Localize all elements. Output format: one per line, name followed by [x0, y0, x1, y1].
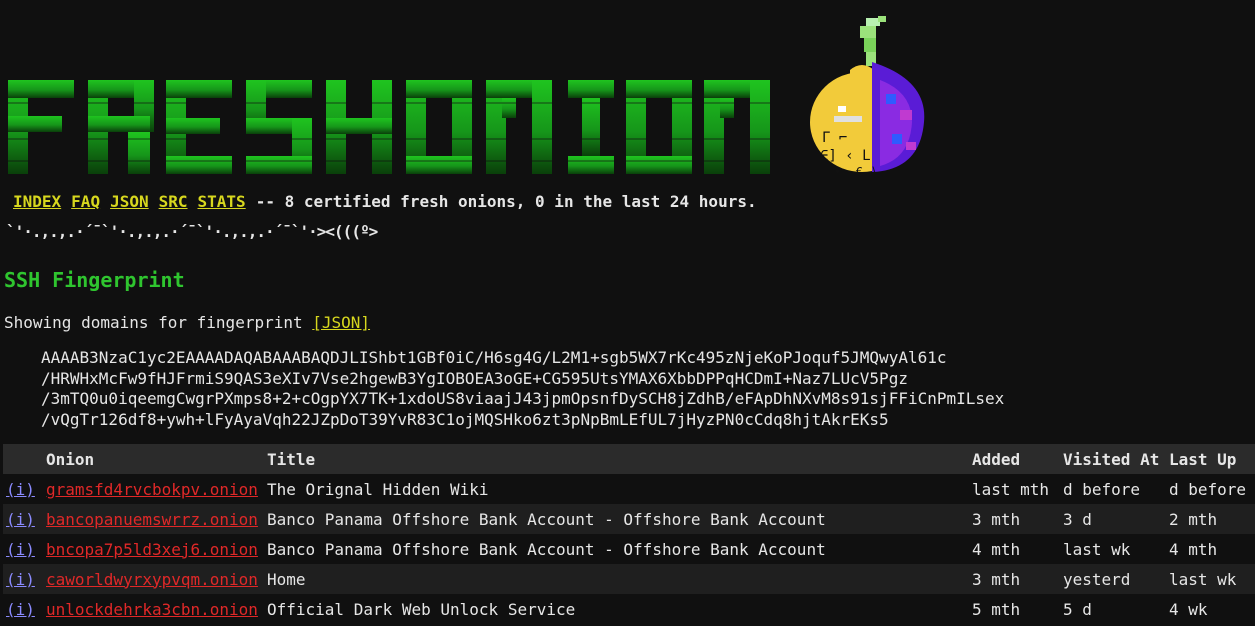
- info-link[interactable]: (i): [6, 570, 35, 589]
- title-cell: Banco Panama Offshore Bank Account - Off…: [264, 534, 969, 564]
- table-row: (i) caworldwyrxypvqm.onion Home 3 mth ye…: [3, 564, 1255, 594]
- header-onion[interactable]: Onion: [43, 444, 264, 474]
- onion-cell: bncopa7p5ld3xej6.onion: [43, 534, 264, 564]
- table-row: (i) bncopa7p5ld3xej6.onion Banco Panama …: [3, 534, 1255, 564]
- last-up-cell: 4 mth: [1166, 534, 1255, 564]
- title-cell: Banco Panama Offshore Bank Account - Off…: [264, 504, 969, 534]
- info-link[interactable]: (i): [6, 540, 35, 559]
- fingerprint-caption-text: Showing domains for fingerprint: [4, 313, 313, 332]
- added-cell: 3 mth: [969, 564, 1060, 594]
- fingerprint-caption: Showing domains for fingerprint [JSON]: [4, 313, 370, 332]
- banner-art: [8, 80, 798, 174]
- fresh-onions-banner: [8, 62, 798, 174]
- header-info: [3, 444, 43, 474]
- fingerprint-line: AAAAB3NzaC1yc2EAAAADAQABAAABAQDJLIShbt1G…: [41, 348, 947, 367]
- info-cell: (i): [3, 504, 43, 534]
- fish-divider: `'·.,.,.·´¯`'·.,.,.·´¯`'·.,.,.·´¯`'·><((…: [6, 222, 378, 241]
- last-up-cell: 4 wk: [1166, 594, 1255, 624]
- info-cell: (i): [3, 564, 43, 594]
- nav-link-stats[interactable]: STATS: [198, 192, 246, 211]
- info-cell: (i): [3, 474, 43, 504]
- info-link[interactable]: (i): [6, 510, 35, 529]
- page: Γ ⌐ ∈] ‹ L •. € ∖ INDEX FAQ JSON SRC STATS --…: [0, 0, 1255, 626]
- info-link[interactable]: (i): [6, 480, 35, 499]
- added-cell: last mth: [969, 474, 1060, 504]
- onion-cell: unlockdehrka3cbn.onion: [43, 594, 264, 624]
- svg-text:∈] ‹ L: ∈] ‹ L: [820, 148, 871, 164]
- header-last-up[interactable]: Last Up: [1166, 444, 1255, 474]
- last-up-cell: last wk: [1166, 564, 1255, 594]
- fingerprint-json-link[interactable]: [JSON]: [312, 313, 370, 332]
- nav-bar: INDEX FAQ JSON SRC STATS -- 8 certified fresh…: [13, 192, 757, 212]
- onion-link[interactable]: bncopa7p5ld3xej6.onion: [46, 540, 258, 559]
- nav-link-index[interactable]: INDEX: [13, 192, 61, 211]
- table-row: (i) bancopanuemswrrz.onion Banco Panama …: [3, 504, 1255, 534]
- onion-count-summary: -- 8 certified fresh onions, 0 in the la…: [255, 192, 757, 211]
- fingerprint-line: /HRWHxMcFw9fHJFrmiS9QAS3eXIv7Vse2hgewB3Y…: [41, 368, 908, 388]
- info-cell: (i): [3, 594, 43, 624]
- visited-cell: yesterd: [1060, 564, 1166, 594]
- visited-cell: 5 d: [1060, 594, 1166, 624]
- fingerprint-line: /vQgTr126df8+ywh+lFyAyaVqh22JZpDoT39YvR8…: [41, 409, 889, 429]
- added-cell: 3 mth: [969, 504, 1060, 534]
- onion-cell: gramsfd4rvcbokpv.onion: [43, 474, 264, 504]
- info-link[interactable]: (i): [6, 600, 35, 619]
- visited-cell: last wk: [1060, 534, 1166, 564]
- last-up-cell: d before: [1166, 474, 1255, 504]
- table-row: (i) gramsfd4rvcbokpv.onion The Orignal H…: [3, 474, 1255, 504]
- onion-table: Onion Title Added Visited At Last Up (i)…: [3, 444, 1255, 624]
- fingerprint-line: /3mTQ0u0iqeemgCwgrPXmps8+2+cOgpYX7TK+1xd…: [41, 389, 1005, 408]
- onion-cell: bancopanuemswrrz.onion: [43, 504, 264, 534]
- last-up-cell: 2 mth: [1166, 504, 1255, 534]
- table-row: (i) unlockdehrka3cbn.onion Official Dark…: [3, 594, 1255, 624]
- table-header-row: Onion Title Added Visited At Last Up: [3, 444, 1255, 474]
- onion-link[interactable]: bancopanuemswrrz.onion: [46, 510, 258, 529]
- ssh-fingerprint: AAAAB3NzaC1yc2EAAAADAQABAAABAQDJLIShbt1G…: [41, 348, 1241, 430]
- onion-logo-icon: Γ ⌐ ∈] ‹ L •. € ∖: [800, 10, 950, 180]
- onion-link[interactable]: caworldwyrxypvqm.onion: [46, 570, 258, 589]
- header-added[interactable]: Added: [969, 444, 1060, 474]
- onion-cell: caworldwyrxypvqm.onion: [43, 564, 264, 594]
- added-cell: 4 mth: [969, 534, 1060, 564]
- added-cell: 5 mth: [969, 594, 1060, 624]
- info-cell: (i): [3, 534, 43, 564]
- onion-link[interactable]: unlockdehrka3cbn.onion: [46, 600, 258, 619]
- visited-cell: d before: [1060, 474, 1166, 504]
- nav-link-faq[interactable]: FAQ: [71, 192, 100, 211]
- title-cell: Home: [264, 564, 969, 594]
- title-cell: Official Dark Web Unlock Service: [264, 594, 969, 624]
- svg-text:•. € ∖: •. € ∖: [834, 165, 878, 179]
- section-title: SSH Fingerprint: [4, 268, 185, 292]
- title-cell: The Orignal Hidden Wiki: [264, 474, 969, 504]
- header-title[interactable]: Title: [264, 444, 969, 474]
- nav-link-src[interactable]: SRC: [159, 192, 188, 211]
- nav-link-json[interactable]: JSON: [110, 192, 149, 211]
- header-visited-at[interactable]: Visited At: [1060, 444, 1166, 474]
- visited-cell: 3 d: [1060, 504, 1166, 534]
- onion-link[interactable]: gramsfd4rvcbokpv.onion: [46, 480, 258, 499]
- svg-text:Γ ⌐: Γ ⌐: [822, 130, 847, 146]
